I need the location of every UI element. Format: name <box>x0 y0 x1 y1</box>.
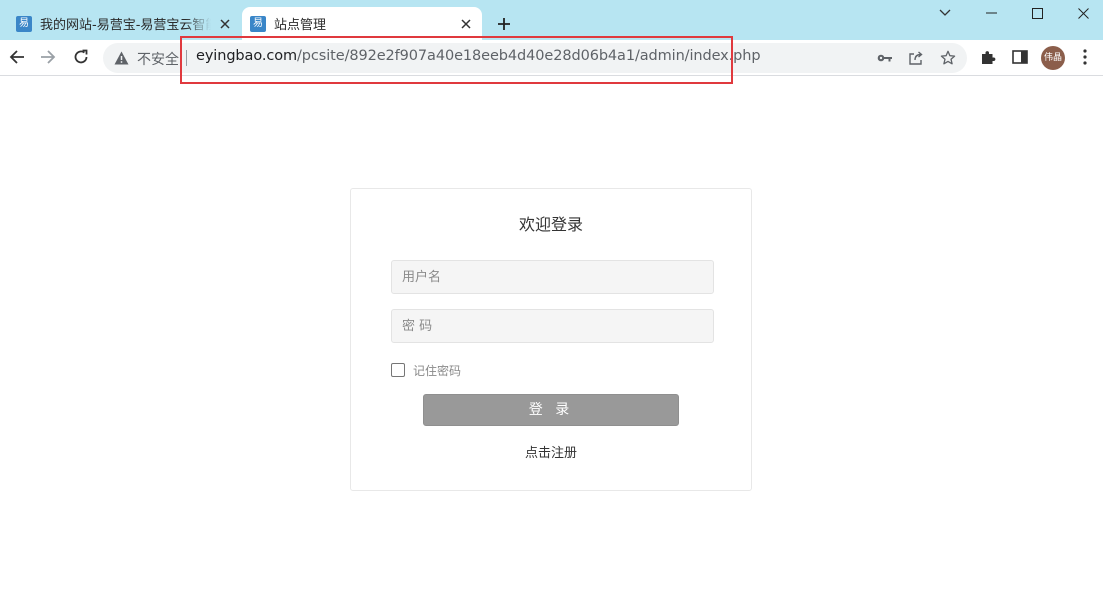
login-card: 欢迎登录 记住密码 登 录 点击注册 <box>350 188 752 491</box>
tab-strip: 易 我的网站-易营宝-易营宝云智能建站 易 站点管理 <box>0 0 1103 40</box>
side-panel-icon[interactable] <box>1008 45 1032 69</box>
url-text[interactable]: eyingbao.com/pcsite/892e2f907a40e18eeb4d… <box>196 48 761 64</box>
site-favicon-icon: 易 <box>16 15 32 32</box>
browser-window: 易 我的网站-易营宝-易营宝云智能建站 易 站点管理 <box>0 0 1103 592</box>
tab-title: 站点管理 <box>274 18 327 33</box>
address-divider <box>186 50 187 66</box>
remember-password-checkbox[interactable] <box>391 363 405 377</box>
arrow-left-icon[interactable] <box>2 42 32 72</box>
tab-title: 我的网站-易营宝-易营宝云智能建站 <box>40 18 211 33</box>
arrow-right-icon[interactable] <box>33 42 63 72</box>
url-host: eyingbao.com <box>196 48 298 64</box>
remember-password-label[interactable]: 记住密码 <box>413 362 461 379</box>
warning-triangle-icon[interactable] <box>113 50 129 66</box>
window-close-icon[interactable] <box>1060 0 1103 26</box>
tab-my-website[interactable]: 易 我的网站-易营宝-易营宝云智能建站 <box>8 7 241 40</box>
username-input[interactable] <box>391 260 714 294</box>
login-button[interactable]: 登 录 <box>423 394 679 426</box>
star-icon[interactable] <box>938 48 958 68</box>
puzzle-icon[interactable] <box>976 45 1000 69</box>
profile-avatar[interactable]: 伟晶 <box>1041 46 1065 70</box>
share-icon[interactable] <box>906 48 926 68</box>
password-input[interactable] <box>391 309 714 343</box>
remember-password-row[interactable]: 记住密码 <box>391 362 461 378</box>
reload-icon[interactable] <box>66 42 96 72</box>
register-link[interactable]: 点击注册 <box>351 442 751 461</box>
close-tab-icon[interactable] <box>456 14 476 34</box>
browser-toolbar: 不安全 eyingbao.com/pcsite/892e2f907a40e18e… <box>0 40 1103 76</box>
kebab-menu-icon[interactable] <box>1073 45 1097 69</box>
minimize-icon[interactable] <box>968 0 1014 26</box>
key-icon[interactable] <box>875 48 895 68</box>
chevron-down-icon[interactable] <box>922 0 968 26</box>
login-title: 欢迎登录 <box>518 215 583 234</box>
security-status-label[interactable]: 不安全 <box>137 49 179 69</box>
tab-site-management[interactable]: 易 站点管理 <box>242 7 482 40</box>
close-tab-icon[interactable] <box>215 14 235 34</box>
maximize-icon[interactable] <box>1014 0 1060 26</box>
url-path: /pcsite/892e2f907a40e18eeb4d40e28d06b4a1… <box>297 48 761 64</box>
site-favicon-icon: 易 <box>250 15 266 32</box>
plus-icon[interactable] <box>492 12 516 36</box>
address-bar[interactable]: 不安全 eyingbao.com/pcsite/892e2f907a40e18e… <box>103 43 967 73</box>
